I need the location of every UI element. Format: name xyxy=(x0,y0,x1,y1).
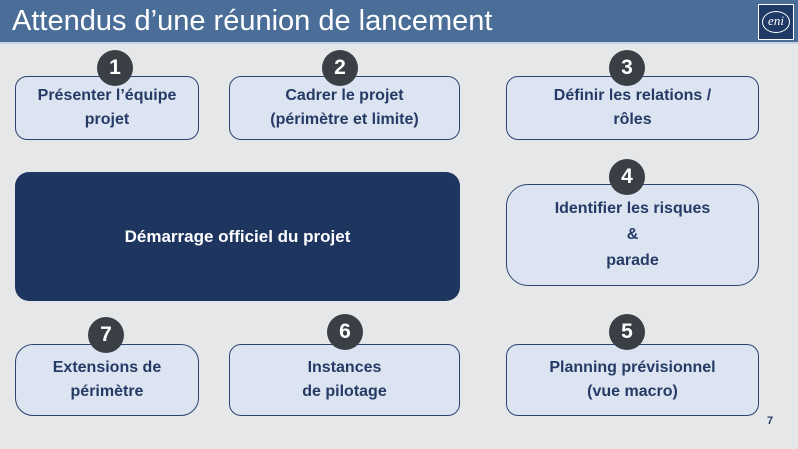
step-2-box: Cadrer le projet (périmètre et limite) xyxy=(229,76,460,140)
step-2-badge: 2 xyxy=(322,50,358,86)
step-3-badge: 3 xyxy=(609,50,645,86)
step-7-box: Extensions de périmètre xyxy=(15,344,199,416)
step-7-label: Extensions de périmètre xyxy=(52,359,162,400)
center-label: Démarrage officiel du projet xyxy=(124,226,351,246)
step-3-label: Définir les relations / rôles xyxy=(553,87,712,128)
step-1-box: Présenter l’équipe projet xyxy=(15,76,199,140)
center-box: Démarrage officiel du projet xyxy=(15,172,460,301)
slide-title: Attendus d’une réunion de lancement xyxy=(12,5,493,37)
logo-text: eni xyxy=(768,13,784,28)
step-6-badge: 6 xyxy=(327,314,363,350)
step-6-box: Instances de pilotage xyxy=(229,344,460,416)
step-5-badge: 5 xyxy=(609,314,645,350)
page-number: 7 xyxy=(767,415,774,427)
title-bar: Attendus d’une réunion de lancement eni xyxy=(0,0,798,44)
step-4-badge: 4 xyxy=(609,159,645,195)
step-2-label: Cadrer le projet (périmètre et limite) xyxy=(270,87,419,128)
step-3-box: Définir les relations / rôles xyxy=(506,76,759,140)
step-1-badge: 1 xyxy=(97,50,133,86)
step-5-box: Planning prévisionnel (vue macro) xyxy=(506,344,759,416)
step-7-badge: 7 xyxy=(88,317,124,353)
step-5-label: Planning prévisionnel (vue macro) xyxy=(549,359,716,400)
step-4-box: Identifier les risques & parade xyxy=(506,184,759,286)
step-4-label: Identifier les risques & parade xyxy=(554,200,711,269)
step-6-label: Instances de pilotage xyxy=(302,359,387,400)
step-1-label: Présenter l’équipe projet xyxy=(37,87,177,128)
eni-logo: eni xyxy=(758,4,794,40)
